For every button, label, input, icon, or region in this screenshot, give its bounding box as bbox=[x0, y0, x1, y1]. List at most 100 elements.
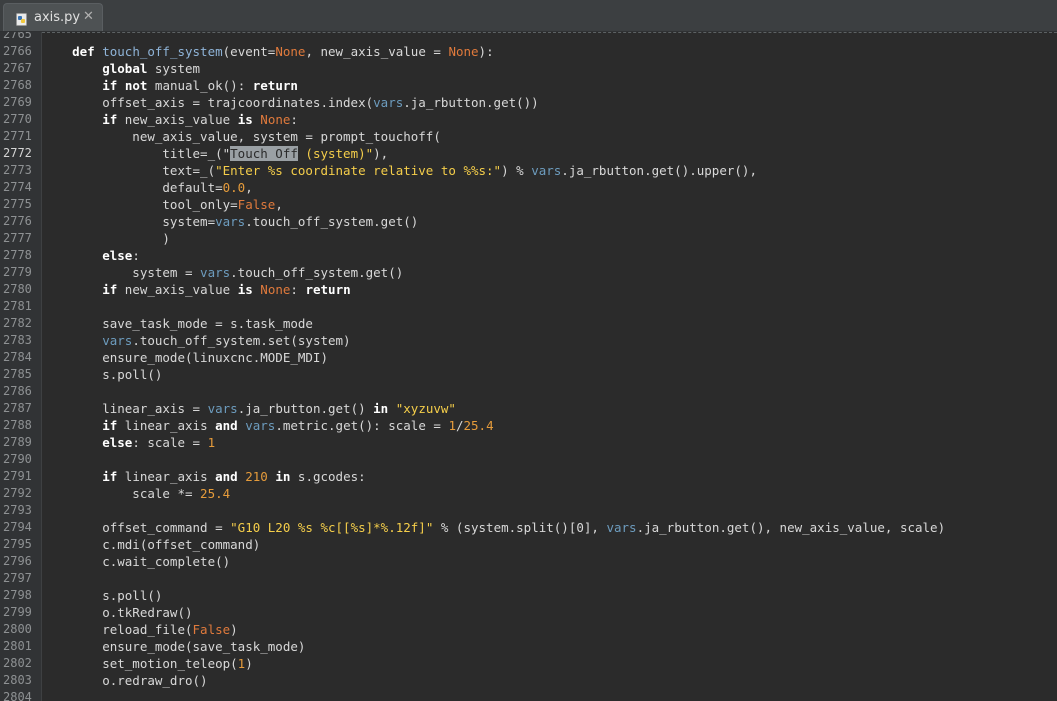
code-token: False bbox=[192, 622, 231, 637]
selected-text: Touch Off bbox=[230, 146, 298, 161]
code-token: manual_ok(): bbox=[147, 78, 253, 93]
line-number: 2793 bbox=[3, 503, 32, 517]
code-token: None bbox=[260, 282, 291, 297]
code-token: else bbox=[102, 435, 133, 450]
line-number: 2779 bbox=[3, 265, 32, 279]
code-token: in bbox=[275, 469, 291, 484]
close-icon[interactable]: ✕ bbox=[83, 9, 94, 24]
code-token: not bbox=[124, 78, 148, 93]
code-token: vars bbox=[207, 401, 238, 416]
code-token: system= bbox=[42, 214, 216, 229]
code-line[interactable]: scale *= 25.4 bbox=[42, 485, 230, 502]
code-line[interactable]: offset_axis = trajcoordinates.index(vars… bbox=[42, 94, 539, 111]
code-token: text=_( bbox=[42, 163, 216, 178]
line-number: 2780 bbox=[3, 282, 32, 296]
code-line[interactable]: text=_("Enter %s coordinate relative to … bbox=[42, 162, 757, 179]
code-token: s.poll() bbox=[42, 588, 163, 603]
code-line[interactable]: if linear_axis and vars.metric.get(): sc… bbox=[42, 417, 493, 434]
code-line[interactable]: default=0.0, bbox=[42, 179, 252, 196]
code-line[interactable]: ensure_mode(save_task_mode) bbox=[42, 638, 305, 655]
line-number: 2804 bbox=[3, 690, 32, 701]
code-token: None bbox=[260, 112, 291, 127]
code-token: .touch_off_system.get() bbox=[230, 265, 404, 280]
code-token: system = bbox=[42, 265, 201, 280]
code-line[interactable]: system=vars.touch_off_system.get() bbox=[42, 213, 418, 230]
code-token: None bbox=[448, 44, 479, 59]
line-number: 2786 bbox=[3, 384, 32, 398]
code-line[interactable]: ) bbox=[42, 230, 170, 247]
code-line[interactable]: o.tkRedraw() bbox=[42, 604, 192, 621]
line-number: 2773 bbox=[3, 163, 32, 177]
code-line[interactable]: offset_command = "G10 L20 %s %c[[%s]*%.1… bbox=[42, 519, 945, 536]
line-number: 2770 bbox=[3, 112, 32, 126]
code-token: vars bbox=[531, 163, 562, 178]
fold-separator bbox=[42, 32, 1057, 33]
code-token: save_task_mode = s.task_mode bbox=[42, 316, 313, 331]
code-line[interactable]: s.poll() bbox=[42, 366, 162, 383]
code-token: ), bbox=[373, 146, 389, 161]
code-token: 1 bbox=[207, 435, 216, 450]
line-number: 2802 bbox=[3, 656, 32, 670]
code-line[interactable]: if linear_axis and 210 in s.gcodes: bbox=[42, 468, 366, 485]
line-number-gutter: 2765 2766 2767 2768 2769 2770 2771 2772 2773 2774… bbox=[0, 32, 42, 701]
code-token: False bbox=[237, 197, 276, 212]
code-token: and bbox=[215, 469, 238, 484]
code-token: offset_axis = trajcoordinates.index( bbox=[42, 95, 374, 110]
code-line[interactable]: if not manual_ok(): return bbox=[42, 77, 298, 94]
code-line[interactable]: c.mdi(offset_command) bbox=[42, 536, 260, 553]
code-token: 210 bbox=[245, 469, 268, 484]
line-number: 2768 bbox=[3, 78, 32, 92]
code-line[interactable]: o.redraw_dro() bbox=[42, 672, 207, 689]
code-line[interactable]: set_motion_teleop(1) bbox=[42, 655, 253, 672]
line-number: 2800 bbox=[3, 622, 32, 636]
tab-label: axis.py bbox=[34, 10, 81, 25]
code-token: linear_axis bbox=[117, 418, 216, 433]
code-line[interactable]: linear_axis = vars.ja_rbutton.get() in "… bbox=[42, 400, 456, 417]
code-editor[interactable]: 2765 2766 2767 2768 2769 2770 2771 2772 2773 2774… bbox=[0, 32, 1057, 701]
code-line[interactable]: vars.touch_off_system.set(system) bbox=[42, 332, 350, 349]
code-line[interactable]: s.poll() bbox=[42, 587, 162, 604]
code-line[interactable]: ensure_mode(linuxcnc.MODE_MDI) bbox=[42, 349, 328, 366]
line-number: 2796 bbox=[3, 554, 32, 568]
code-token: c.mdi(offset_command) bbox=[42, 537, 261, 552]
line-number: 2772 bbox=[3, 146, 32, 160]
code-token: : bbox=[132, 248, 140, 263]
code-line[interactable]: c.wait_complete() bbox=[42, 553, 230, 570]
code-token: new_axis_value, system = prompt_touchoff… bbox=[42, 129, 441, 144]
tab-axis-py[interactable]: axis.py ✕ bbox=[3, 3, 103, 31]
code-line[interactable]: new_axis_value, system = prompt_touchoff… bbox=[42, 128, 441, 145]
code-line[interactable]: else: bbox=[42, 247, 140, 264]
code-token: s.gcodes: bbox=[290, 469, 366, 484]
line-number: 2801 bbox=[3, 639, 32, 653]
code-line[interactable]: system = vars.touch_off_system.get() bbox=[42, 264, 403, 281]
code-line[interactable]: def touch_off_system(event=None, new_axi… bbox=[42, 43, 494, 60]
code-line[interactable]: save_task_mode = s.task_mode bbox=[42, 315, 313, 332]
code-token: in bbox=[373, 401, 389, 416]
line-number: 2794 bbox=[3, 520, 32, 534]
python-file-icon bbox=[16, 11, 27, 26]
line-number: 2767 bbox=[3, 61, 32, 75]
code-line[interactable]: title=_("Touch Off (system)"), bbox=[42, 145, 388, 162]
code-token: offset_command = bbox=[42, 520, 231, 535]
code-token: is bbox=[237, 112, 253, 127]
code-line[interactable]: reload_file(False) bbox=[42, 621, 237, 638]
line-number: 2782 bbox=[3, 316, 32, 330]
code-token: return bbox=[305, 282, 351, 297]
line-number: 2771 bbox=[3, 129, 32, 143]
line-number: 2789 bbox=[3, 435, 32, 449]
line-number: 2788 bbox=[3, 418, 32, 432]
code-line[interactable]: global system bbox=[42, 60, 200, 77]
code-token: and bbox=[215, 418, 238, 433]
code-line[interactable]: if new_axis_value is None: return bbox=[42, 281, 351, 298]
line-number: 2776 bbox=[3, 214, 32, 228]
code-token: ensure_mode(save_task_mode) bbox=[42, 639, 306, 654]
code-line[interactable]: else: scale = 1 bbox=[42, 434, 215, 451]
code-line[interactable]: if new_axis_value is None: bbox=[42, 111, 298, 128]
line-number: 2775 bbox=[3, 197, 32, 211]
code-line[interactable]: tool_only=False, bbox=[42, 196, 282, 213]
